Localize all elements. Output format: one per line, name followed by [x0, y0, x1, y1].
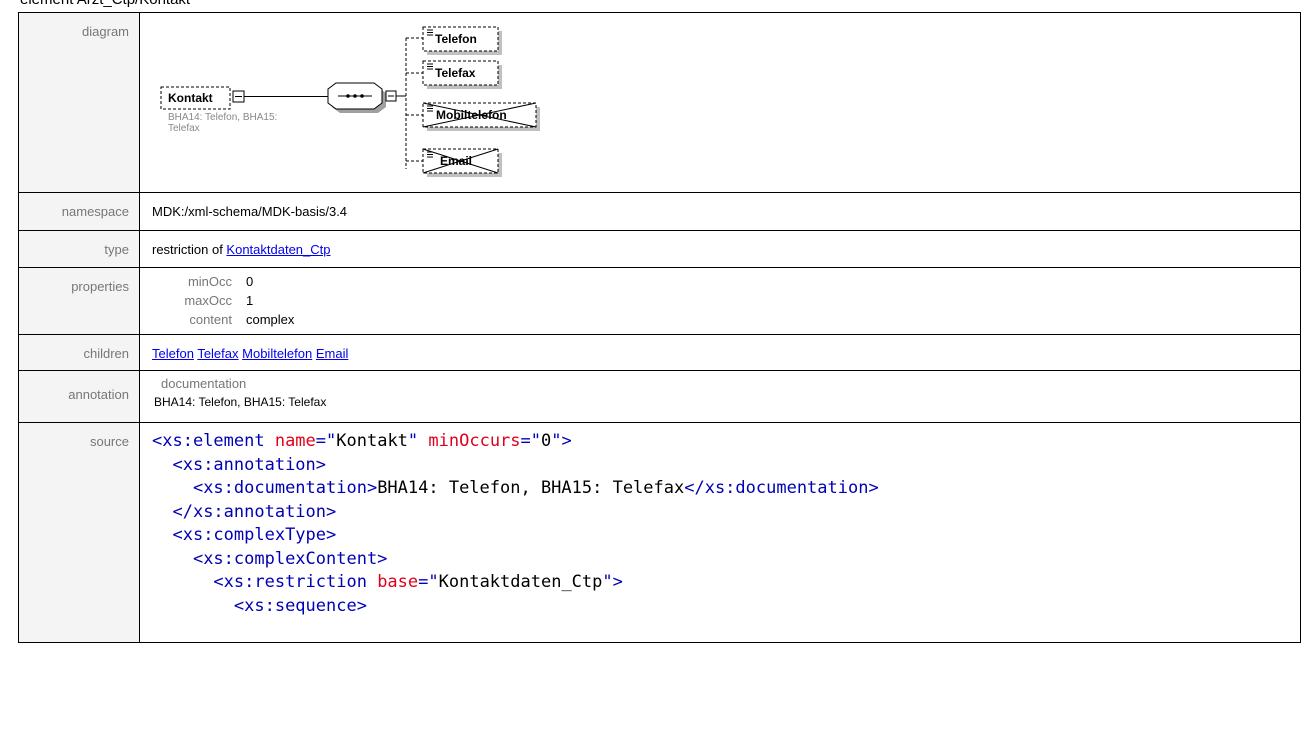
diagram-kontakt-doc-line1: BHA14: Telefon, BHA15: — [168, 112, 278, 123]
properties-row: properties minOcc 0 maxOcc 1 content com… — [18, 267, 1301, 335]
diagram-email-label: Email — [440, 154, 473, 168]
source-code: <xs:element name="Kontakt" minOccurs="0"… — [152, 431, 879, 616]
diagram-mobiltelefon-label: Mobiltelefon — [436, 108, 507, 122]
annotation-documentation-title: documentation — [161, 376, 247, 391]
children-value: Telefon Telefax Mobiltelefon Email — [139, 334, 1301, 371]
type-label: type — [18, 230, 140, 268]
source-row: source <xs:element name="Kontakt" minOcc… — [18, 422, 1301, 643]
children-label: children — [18, 334, 140, 371]
diagram-telefon-label: Telefon — [435, 32, 477, 46]
diagram-graphics — [160, 26, 540, 177]
source-value: <xs:element name="Kontakt" minOccurs="0"… — [139, 422, 1301, 643]
child-link-email[interactable]: Email — [316, 346, 349, 361]
children-row: children Telefon Telefax Mobiltelefon Em… — [18, 334, 1301, 371]
properties-label: properties — [18, 267, 140, 335]
property-value: 0 — [246, 274, 254, 289]
page-heading: element Arzt_Ctp/Kontakt — [20, 0, 190, 8]
annotation-label: annotation — [18, 370, 140, 423]
annotation-value: documentation BHA14: Telefon, BHA15: Tel… — [139, 370, 1301, 423]
namespace-row: namespace MDK:/xml-schema/MDK-basis/3.4 — [18, 192, 1301, 231]
child-link-telefax[interactable]: Telefax — [197, 346, 238, 361]
annotation-row: annotation documentation BHA14: Telefon,… — [18, 370, 1301, 423]
type-prefix: restriction of — [152, 242, 227, 257]
diagram-telefax-label: Telefax — [435, 66, 476, 80]
diagram-row: diagram Kontakt BHA14: Telefon, BHA15: T… — [18, 12, 1301, 193]
element-doc-table: diagram Kontakt BHA14: Telefon, BHA15: T… — [18, 12, 1301, 643]
diagram-cell: Kontakt BHA14: Telefon, BHA15: Telefax T… — [139, 12, 1301, 193]
properties-grid: minOcc 0 maxOcc 1 content complex — [162, 274, 1300, 327]
type-row: type restriction of Kontaktdaten_Ctp — [18, 230, 1301, 268]
namespace-value: MDK:/xml-schema/MDK-basis/3.4 — [139, 192, 1301, 231]
schema-diagram: Kontakt BHA14: Telefon, BHA15: Telefax T… — [140, 13, 640, 189]
source-label: source — [18, 422, 140, 643]
child-link-mobiltelefon[interactable]: Mobiltelefon — [242, 346, 312, 361]
type-value: restriction of Kontaktdaten_Ctp — [139, 230, 1301, 268]
annotation-documentation-text: BHA14: Telefon, BHA15: Telefax — [154, 395, 327, 409]
property-key: maxOcc — [184, 293, 232, 308]
property-value: complex — [246, 312, 295, 327]
diagram-kontakt-doc-line2: Telefax — [168, 123, 200, 134]
properties-value: minOcc 0 maxOcc 1 content complex — [139, 267, 1301, 335]
namespace-label: namespace — [18, 192, 140, 231]
property-key: content — [189, 312, 232, 327]
type-link-kontaktdaten-ctp[interactable]: Kontaktdaten_Ctp — [226, 242, 330, 257]
property-value: 1 — [246, 293, 254, 308]
property-key: minOcc — [187, 274, 232, 289]
child-link-telefon[interactable]: Telefon — [152, 346, 194, 361]
diagram-label: diagram — [18, 12, 140, 193]
diagram-kontakt-label: Kontakt — [168, 91, 213, 105]
